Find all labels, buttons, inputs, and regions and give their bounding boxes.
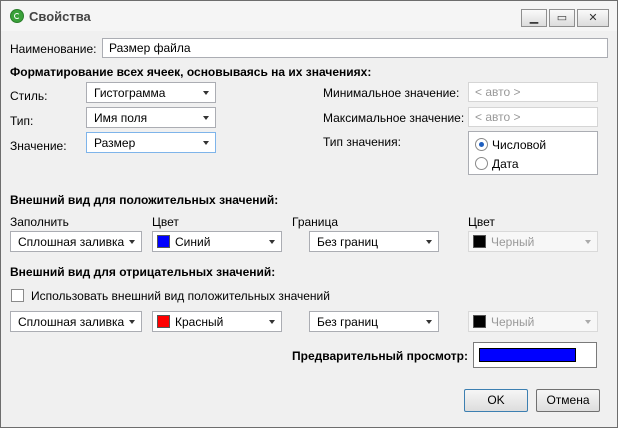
style-combo-value: Гистограмма (94, 86, 166, 100)
positive-border-color-label: Цвет (468, 215, 495, 229)
chevron-down-icon (203, 116, 209, 120)
close-button[interactable]: ✕ (577, 9, 609, 27)
negative-border-color-value: Черный (491, 315, 535, 329)
chevron-down-icon (129, 240, 135, 244)
cancel-button[interactable]: Отмена (536, 389, 600, 412)
chevron-down-icon (426, 240, 432, 244)
dialog-content: Наименование: Размер файла Форматировани… (5, 31, 613, 423)
chevron-down-icon (585, 320, 591, 324)
min-value-input[interactable]: < авто > (468, 82, 598, 102)
style-label: Стиль: (10, 89, 48, 103)
format-heading: Форматирование всех ячеек, основываясь н… (10, 65, 372, 79)
negative-heading: Внешний вид для отрицательных значений: (10, 265, 276, 279)
positive-fill-combo[interactable]: Сплошная заливка (10, 231, 142, 252)
properties-dialog: Свойства ▁ ▭ ✕ Наименование: Размер файл… (0, 0, 618, 428)
negative-fill-value: Сплошная заливка (18, 315, 125, 329)
positive-heading: Внешний вид для положительных значений: (10, 193, 279, 207)
chevron-down-icon (203, 91, 209, 95)
positive-border-color-combo[interactable]: Черный (468, 231, 598, 252)
preview-box (473, 342, 597, 368)
radio-date[interactable] (475, 157, 488, 170)
min-value-label: Минимальное значение: (323, 86, 460, 100)
negative-color-value: Красный (175, 315, 224, 329)
chevron-down-icon (585, 240, 591, 244)
preview-bar (479, 348, 576, 362)
negative-border-value: Без границ (317, 315, 379, 329)
chevron-down-icon (426, 320, 432, 324)
name-input[interactable]: Размер файла (102, 38, 608, 58)
chevron-down-icon (203, 141, 209, 145)
positive-fill-label: Заполнить (10, 215, 69, 229)
use-positive-checkbox[interactable] (11, 289, 24, 302)
max-value-input[interactable]: < авто > (468, 107, 598, 127)
negative-color-combo[interactable]: Красный (152, 311, 282, 332)
radio-numeric-label[interactable]: Числовой (492, 138, 546, 152)
app-icon (10, 9, 24, 23)
chevron-down-icon (129, 320, 135, 324)
title-bar[interactable]: Свойства ▁ ▭ ✕ (1, 1, 617, 31)
minimize-button[interactable]: ▁ (521, 9, 547, 27)
value-combo-value: Размер (94, 136, 136, 150)
positive-border-value: Без границ (317, 235, 379, 249)
color-swatch-icon (473, 315, 486, 328)
color-swatch-icon (473, 235, 486, 248)
type-combo[interactable]: Имя поля (86, 107, 216, 128)
window-title: Свойства (29, 9, 91, 24)
negative-border-color-combo[interactable]: Черный (468, 311, 598, 332)
negative-fill-combo[interactable]: Сплошная заливка (10, 311, 142, 332)
positive-border-color-value: Черный (491, 235, 535, 249)
chevron-down-icon (269, 240, 275, 244)
positive-border-label: Граница (292, 215, 339, 229)
max-value-label: Максимальное значение: (323, 111, 465, 125)
type-combo-value: Имя поля (94, 111, 148, 125)
positive-color-combo[interactable]: Синий (152, 231, 282, 252)
preview-label: Предварительный просмотр: (292, 349, 468, 363)
positive-border-combo[interactable]: Без границ (309, 231, 439, 252)
maximize-button[interactable]: ▭ (549, 9, 575, 27)
color-swatch-icon (157, 315, 170, 328)
positive-color-value: Синий (175, 235, 211, 249)
negative-border-combo[interactable]: Без границ (309, 311, 439, 332)
value-type-group: Числовой Дата (468, 131, 598, 175)
positive-fill-value: Сплошная заливка (18, 235, 125, 249)
value-label: Значение: (10, 139, 67, 153)
value-type-label: Тип значения: (323, 135, 401, 149)
positive-color-label: Цвет (152, 215, 179, 229)
style-combo[interactable]: Гистограмма (86, 82, 216, 103)
ok-button[interactable]: OK (464, 389, 528, 412)
radio-date-label[interactable]: Дата (492, 157, 519, 171)
radio-numeric[interactable] (475, 138, 488, 151)
use-positive-label[interactable]: Использовать внешний вид положительных з… (31, 289, 330, 303)
type-label: Тип: (10, 114, 34, 128)
color-swatch-icon (157, 235, 170, 248)
chevron-down-icon (269, 320, 275, 324)
name-label: Наименование: (10, 42, 97, 56)
value-combo[interactable]: Размер (86, 132, 216, 153)
